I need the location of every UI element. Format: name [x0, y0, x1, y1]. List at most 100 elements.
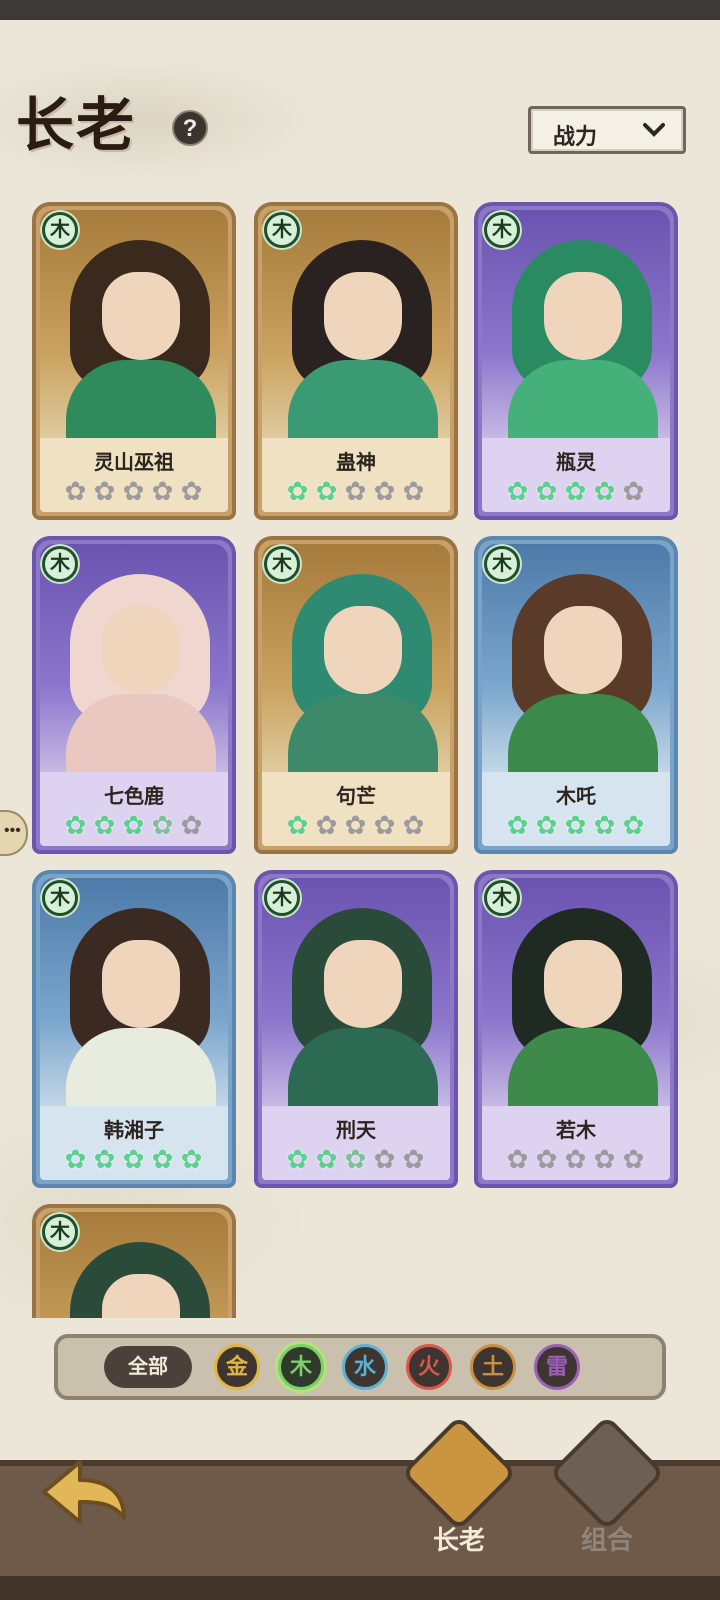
- bottom-tab-0[interactable]: 长老: [401, 1415, 517, 1570]
- bottom-tab-1[interactable]: 组合: [549, 1415, 665, 1570]
- elder-card[interactable]: 木灵山巫祖 ✿ ✿ ✿ ✿ ✿: [32, 202, 236, 520]
- bottom-tab-label: 长老: [432, 1525, 485, 1555]
- portrait-body: [288, 360, 438, 446]
- star-icon: ✿: [93, 476, 117, 506]
- star-icon: ✿: [64, 1144, 88, 1174]
- filter-element-3[interactable]: 火: [406, 1344, 452, 1390]
- portrait-body: [508, 694, 658, 780]
- star-icon: ✿: [564, 1144, 588, 1174]
- element-badge-wood: 木: [484, 212, 520, 248]
- star-icon: ✿: [373, 810, 397, 840]
- portrait-face: [102, 940, 180, 1028]
- element-badge-wood: 木: [264, 546, 300, 582]
- star-icon: ✿: [180, 810, 204, 840]
- portrait-body: [508, 1028, 658, 1114]
- elder-name: 韩湘子: [104, 1120, 164, 1142]
- element-badge-wood: 木: [264, 212, 300, 248]
- elder-card[interactable]: 木句芒 ✿ ✿ ✿ ✿ ✿: [254, 536, 458, 854]
- portrait-body: [66, 694, 216, 780]
- elder-name: 句芒: [336, 786, 376, 808]
- elder-nameplate: 若木 ✿ ✿ ✿ ✿ ✿: [482, 1106, 670, 1180]
- star-icon: ✿: [622, 1144, 646, 1174]
- star-icon: ✿: [402, 1144, 426, 1174]
- filter-element-1[interactable]: 木: [278, 1344, 324, 1390]
- filter-all-button[interactable]: 全部: [104, 1346, 192, 1388]
- star-icon: ✿: [593, 476, 617, 506]
- star-icon: ✿: [151, 1144, 175, 1174]
- help-icon[interactable]: ?: [172, 110, 208, 146]
- star-icon: ✿: [564, 476, 588, 506]
- star-icon: ✿: [506, 1144, 530, 1174]
- elder-card[interactable]: 木蛊神 ✿ ✿ ✿ ✿ ✿: [254, 202, 458, 520]
- filter-element-5[interactable]: 雷: [534, 1344, 580, 1390]
- star-rating: ✿ ✿ ✿ ✿ ✿: [262, 810, 450, 841]
- elder-card[interactable]: 木: [32, 1204, 236, 1318]
- star-icon: ✿: [180, 1144, 204, 1174]
- elder-name: 瓶灵: [556, 452, 596, 474]
- elder-nameplate: 木吒 ✿ ✿ ✿ ✿ ✿: [482, 772, 670, 846]
- elder-card[interactable]: 木木吒 ✿ ✿ ✿ ✿ ✿: [474, 536, 678, 854]
- elder-nameplate: 蛊神 ✿ ✿ ✿ ✿ ✿: [262, 438, 450, 512]
- elder-name: 木吒: [556, 786, 596, 808]
- page-title-text: 长老: [16, 91, 137, 159]
- star-rating: ✿ ✿ ✿ ✿ ✿: [482, 476, 670, 507]
- back-arrow-icon[interactable]: [36, 1452, 132, 1532]
- elder-name: 灵山巫祖: [94, 452, 174, 474]
- star-icon: ✿: [151, 476, 175, 506]
- star-icon: ✿: [93, 1144, 117, 1174]
- portrait-face: [324, 606, 402, 694]
- star-icon: ✿: [64, 810, 88, 840]
- star-icon: ✿: [93, 810, 117, 840]
- star-icon: ✿: [622, 810, 646, 840]
- star-rating: ✿ ✿ ✿ ✿ ✿: [40, 1144, 228, 1175]
- elder-card[interactable]: 木若木 ✿ ✿ ✿ ✿ ✿: [474, 870, 678, 1188]
- star-icon: ✿: [286, 1144, 310, 1174]
- elder-nameplate: 句芒 ✿ ✿ ✿ ✿ ✿: [262, 772, 450, 846]
- star-icon: ✿: [506, 810, 530, 840]
- star-icon: ✿: [286, 476, 310, 506]
- elder-card[interactable]: 木刑天 ✿ ✿ ✿ ✿ ✿: [254, 870, 458, 1188]
- status-bar: [0, 0, 720, 20]
- page-title: 长老: [16, 78, 186, 159]
- element-badge-wood: 木: [484, 546, 520, 582]
- bottom-tab-label: 组合: [580, 1525, 633, 1555]
- portrait-body: [288, 694, 438, 780]
- star-icon: ✿: [286, 810, 310, 840]
- star-icon: ✿: [180, 476, 204, 506]
- element-badge-wood: 木: [484, 880, 520, 916]
- star-icon: ✿: [535, 1144, 559, 1174]
- star-icon: ✿: [315, 1144, 339, 1174]
- star-icon: ✿: [151, 810, 175, 840]
- star-rating: ✿ ✿ ✿ ✿ ✿: [482, 810, 670, 841]
- star-icon: ✿: [535, 810, 559, 840]
- elder-card[interactable]: 木韩湘子 ✿ ✿ ✿ ✿ ✿: [32, 870, 236, 1188]
- star-icon: ✿: [564, 810, 588, 840]
- star-icon: ✿: [122, 476, 146, 506]
- element-badge-wood: 木: [42, 880, 78, 916]
- filter-element-2[interactable]: 水: [342, 1344, 388, 1390]
- elder-name: 蛊神: [336, 452, 376, 474]
- sort-selected-label: 战力: [553, 124, 598, 149]
- sort-dropdown[interactable]: 战力: [528, 106, 686, 154]
- star-icon: ✿: [593, 1144, 617, 1174]
- star-icon: ✿: [344, 810, 368, 840]
- combo-tab-icon: [549, 1415, 665, 1531]
- star-icon: ✿: [373, 1144, 397, 1174]
- elder-card[interactable]: 木七色鹿 ✿ ✿ ✿ ✿ ✿: [32, 536, 236, 854]
- filter-element-4[interactable]: 土: [470, 1344, 516, 1390]
- star-icon: ✿: [535, 476, 559, 506]
- elder-nameplate: 韩湘子 ✿ ✿ ✿ ✿ ✿: [40, 1106, 228, 1180]
- elder-nameplate: 刑天 ✿ ✿ ✿ ✿ ✿: [262, 1106, 450, 1180]
- portrait-face: [324, 272, 402, 360]
- portrait-face: [544, 272, 622, 360]
- filter-element-0[interactable]: 金: [214, 1344, 260, 1390]
- element-badge-wood: 木: [42, 1214, 78, 1250]
- star-icon: ✿: [344, 1144, 368, 1174]
- star-icon: ✿: [122, 1144, 146, 1174]
- portrait-face: [102, 272, 180, 360]
- portrait-face: [544, 606, 622, 694]
- elder-card[interactable]: 木瓶灵 ✿ ✿ ✿ ✿ ✿: [474, 202, 678, 520]
- portrait-face: [544, 940, 622, 1028]
- star-icon: ✿: [402, 810, 426, 840]
- elder-nameplate: 瓶灵 ✿ ✿ ✿ ✿ ✿: [482, 438, 670, 512]
